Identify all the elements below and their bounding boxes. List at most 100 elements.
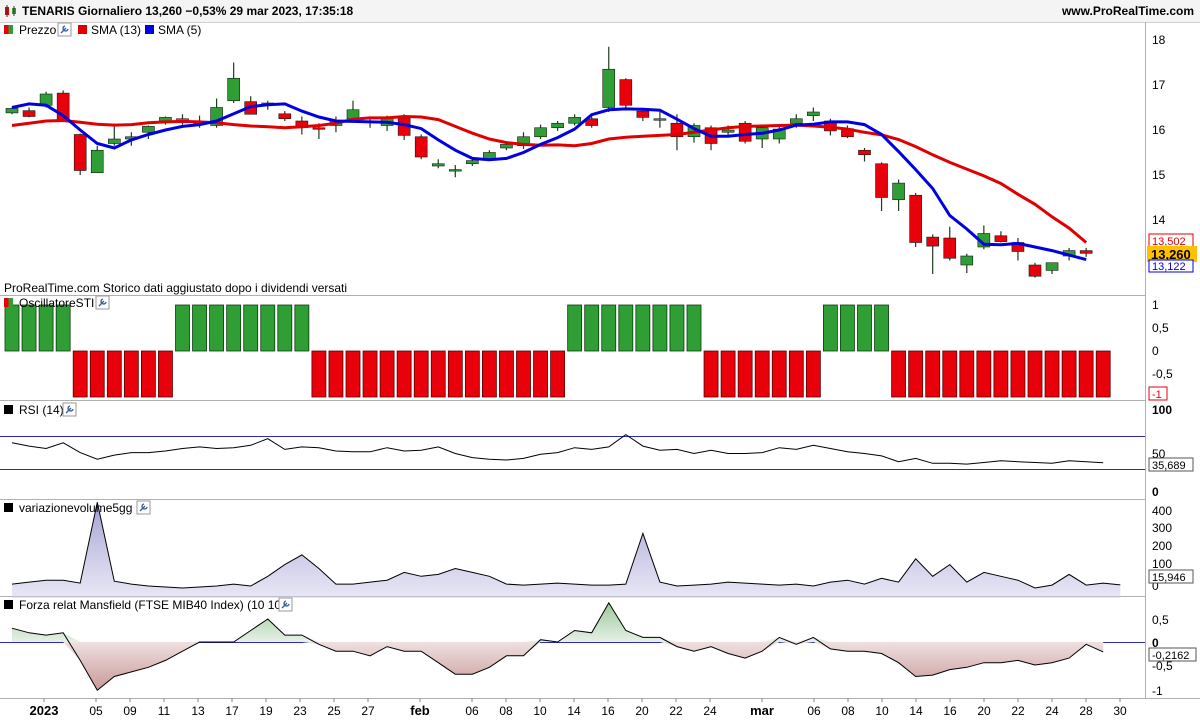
- rsi-panel[interactable]: RSI (14) 100 50 0 35,689: [0, 402, 1194, 499]
- date-label: 2023: [30, 703, 59, 718]
- date-label: 13: [191, 704, 205, 718]
- sti-tick-0.5: 0,5: [1152, 321, 1169, 335]
- volume-change-panel[interactable]: variazionevolume5gg 400 300 200 100 0 15…: [4, 500, 1194, 598]
- sti-bar: [788, 350, 804, 398]
- sti-label: OscillatoreSTI: [19, 296, 94, 310]
- chart-title: TENARIS Giornaliero 13,260 −0,53% 29 mar…: [22, 4, 354, 18]
- sti-bar: [38, 304, 54, 352]
- sma13-label: SMA (13): [91, 23, 141, 37]
- rsi-label: RSI (14): [19, 403, 64, 417]
- candle: [278, 113, 292, 120]
- sti-bar: [379, 350, 395, 398]
- wrench-icon[interactable]: [95, 295, 110, 310]
- date-label: 20: [635, 704, 649, 718]
- mf-tick-0.5: 0,5: [1152, 613, 1169, 627]
- sti-bar: [1095, 350, 1111, 398]
- candle: [807, 111, 820, 116]
- sti-bar: [192, 304, 207, 352]
- candle: [653, 118, 667, 121]
- sti-bars: [4, 304, 1111, 398]
- sti-bar: [1044, 350, 1060, 398]
- sti-swatch-down: [4, 298, 9, 307]
- sti-bar: [362, 350, 378, 398]
- chart-canvas[interactable]: Prezzo SMA (13) SMA (5) ProRealTime.com …: [0, 22, 1200, 720]
- sti-bar: [1010, 350, 1026, 398]
- date-label: 14: [909, 704, 923, 718]
- sti-bar: [669, 304, 685, 352]
- sti-bar: [805, 350, 821, 398]
- candle: [227, 77, 240, 102]
- sti-bar: [652, 304, 668, 352]
- date-label: 06: [465, 704, 479, 718]
- date-label: 28: [1079, 704, 1093, 718]
- candle: [960, 255, 974, 266]
- price-tick-17: 17: [1152, 78, 1166, 92]
- sti-bar: [925, 350, 941, 398]
- vol-tick-400: 400: [1152, 504, 1172, 518]
- candle: [721, 129, 735, 133]
- sti-bar: [737, 350, 753, 398]
- mansfield-value-tag: -0,2162: [1152, 650, 1189, 662]
- candle: [943, 237, 957, 259]
- date-label: 11: [158, 704, 171, 718]
- sti-bar: [21, 304, 37, 352]
- date-label: 22: [669, 704, 683, 718]
- prezzo-swatch-down: [4, 25, 9, 34]
- sma5-swatch: [145, 25, 154, 34]
- candle: [568, 117, 581, 124]
- sti-bar: [533, 350, 548, 398]
- sti-bar: [874, 304, 889, 352]
- mansfield-panel[interactable]: Forza relat Mansfield (FTSE MIB40 Index)…: [0, 597, 1197, 698]
- sti-panel[interactable]: OscillatoreSTI 1 0,5 0 -0,5 -1: [4, 295, 1173, 401]
- sti-tick-minus-0.5: -0,5: [1152, 367, 1173, 381]
- wrench-icon[interactable]: [136, 500, 151, 515]
- mansfield-negative-area: [12, 642, 1104, 691]
- sti-bar: [175, 304, 190, 352]
- date-label: 17: [225, 704, 239, 718]
- candle: [1079, 250, 1093, 254]
- candle: [534, 127, 547, 138]
- mansfield-label: Forza relat Mansfield (FTSE MIB40 Index)…: [19, 598, 285, 612]
- candle: [551, 122, 564, 129]
- date-label: 06: [807, 704, 821, 718]
- candle: [73, 134, 87, 171]
- sti-bar: [430, 350, 446, 398]
- sti-bar: [840, 304, 855, 352]
- candle: [875, 163, 888, 198]
- sma5-label: SMA (5): [158, 23, 201, 37]
- site-url[interactable]: www.ProRealTime.com: [1062, 4, 1194, 18]
- sti-bar: [1078, 350, 1094, 398]
- price-candles: [5, 46, 1093, 278]
- candle: [22, 110, 36, 117]
- wrench-icon[interactable]: [57, 22, 72, 37]
- candle: [90, 149, 104, 174]
- candle: [414, 136, 428, 158]
- date-label: 10: [533, 704, 547, 718]
- volume-label: variazionevolume5gg: [19, 501, 132, 515]
- vol-tick-100: 100: [1152, 557, 1172, 571]
- candle: [5, 108, 19, 114]
- candle: [892, 182, 905, 201]
- sti-tick-minus-1: -1: [1152, 389, 1162, 401]
- sti-bar: [209, 304, 225, 352]
- rsi-tick-100: 100: [1152, 403, 1172, 417]
- candle: [1028, 264, 1042, 277]
- sti-bar: [635, 304, 651, 352]
- price-tick-14: 14: [1152, 213, 1166, 227]
- sti-bar: [993, 350, 1009, 398]
- rsi-line: [11, 433, 1104, 465]
- sti-bar: [345, 350, 361, 398]
- rsi-swatch: [4, 405, 13, 414]
- price-tags: 13,502 13,260 13,122: [1147, 233, 1197, 273]
- sti-bar: [823, 304, 838, 352]
- sti-bar: [294, 304, 310, 352]
- sti-tick-1: 1: [1152, 298, 1159, 312]
- candle: [636, 110, 650, 118]
- wrench-icon[interactable]: [278, 597, 293, 612]
- price-panel[interactable]: Prezzo SMA (13) SMA (5) ProRealTime.com …: [4, 22, 1197, 295]
- wrench-icon[interactable]: [62, 402, 77, 417]
- sti-bar: [686, 304, 702, 352]
- sti-bar: [891, 350, 906, 398]
- price-tick-15: 15: [1152, 168, 1166, 182]
- sti-bar: [618, 304, 634, 352]
